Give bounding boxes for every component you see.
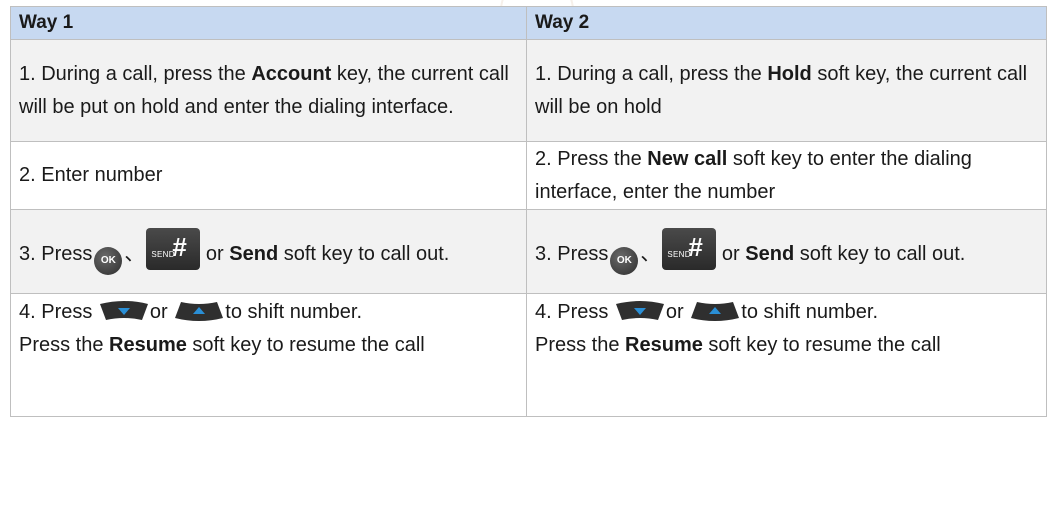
ways-table: Way 1 Way 2 1. During a call, press the … <box>10 6 1047 417</box>
send-key-icon: SEND # <box>662 228 717 270</box>
ok-key-icon: OK <box>94 247 123 275</box>
step-1-way-1: 1. During a call, press the Account key,… <box>10 39 527 142</box>
header-way-1: Way 1 <box>10 6 527 40</box>
down-arrow-key-icon <box>615 301 664 320</box>
step-3-way-2: 3. Press OK、 SEND # or Send soft key to cal… <box>526 209 1047 294</box>
table-row: 2. Enter number 2. Press the New call so… <box>10 141 1047 210</box>
step-2-way-2: 2. Press the New call soft key to enter … <box>526 141 1047 210</box>
step-1-way-2: 1. During a call, press the Hold soft ke… <box>526 39 1047 142</box>
up-arrow-key-icon <box>691 302 740 321</box>
header-row: Way 1 Way 2 <box>10 6 1047 40</box>
step-3-way-1: 3. Press OK、 SEND # or Send soft key to cal… <box>10 209 527 294</box>
ok-key-icon: OK <box>610 247 639 275</box>
send-key-icon: SEND # <box>146 228 201 270</box>
step-4-way-2: 4. Press or to shift number. Press the Re… <box>526 293 1047 417</box>
step-2-way-1: 2. Enter number <box>10 141 527 210</box>
table-row: 4. Press or to shift number. Press the Re… <box>10 293 1047 417</box>
step-4-way-1: 4. Press or to shift number. Press the Re… <box>10 293 527 417</box>
table-row: 1. During a call, press the Account key,… <box>10 39 1047 142</box>
header-way-2: Way 2 <box>526 6 1047 40</box>
down-arrow-key-icon <box>99 301 148 320</box>
table-row: 3. Press OK、 SEND # or Send soft key to cal… <box>10 209 1047 294</box>
up-arrow-key-icon <box>175 302 224 321</box>
